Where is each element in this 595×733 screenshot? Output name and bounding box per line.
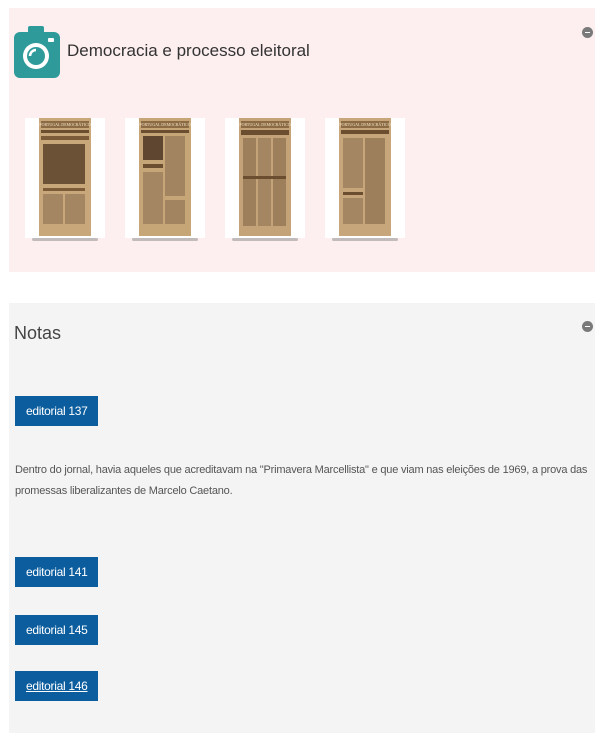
editorial-145-button[interactable]: editorial 145	[15, 615, 99, 645]
collapse-notes-button[interactable]	[582, 321, 593, 332]
collapse-gallery-button[interactable]	[582, 27, 593, 38]
notes-panel: Notas editorial 137 Dentro do jornal, ha…	[9, 303, 595, 733]
editorial-146-label: editorial 146	[26, 679, 88, 693]
newspaper-thumbnail[interactable]: PORTUGAL DEMOCRÁTICO	[25, 118, 105, 241]
thumbnail-masthead: PORTUGAL DEMOCRÁTICO	[39, 122, 90, 127]
editorial-141-button[interactable]: editorial 141	[15, 557, 99, 587]
editorial-146-button[interactable]: editorial 146	[15, 671, 99, 701]
notes-title: Notas	[14, 323, 62, 343]
thumbnail-masthead: PORTUGAL DEMOCRÁTICO	[339, 122, 390, 127]
newspaper-thumbnail[interactable]: PORTUGAL DEMOCRÁTICO	[225, 118, 305, 241]
thumbnail-masthead: PORTUGAL DEMOCRÁTICO	[139, 122, 190, 127]
editorial-137-button[interactable]: editorial 137	[15, 396, 99, 426]
newspaper-thumbnail[interactable]: PORTUGAL DEMOCRÁTICO	[325, 118, 405, 241]
note-paragraph: Dentro do jornal, havia aqueles que acre…	[15, 464, 588, 497]
camera-icon	[14, 26, 60, 78]
newspaper-thumbnail[interactable]: PORTUGAL DEMOCRÁTICO	[125, 118, 205, 241]
gallery-title: Democracia e processo eleitoral	[67, 41, 310, 60]
thumbnail-masthead: PORTUGAL DEMOCRÁTICO	[239, 122, 290, 127]
gallery-panel: Democracia e processo eleitoral PORTUGAL…	[9, 8, 595, 272]
